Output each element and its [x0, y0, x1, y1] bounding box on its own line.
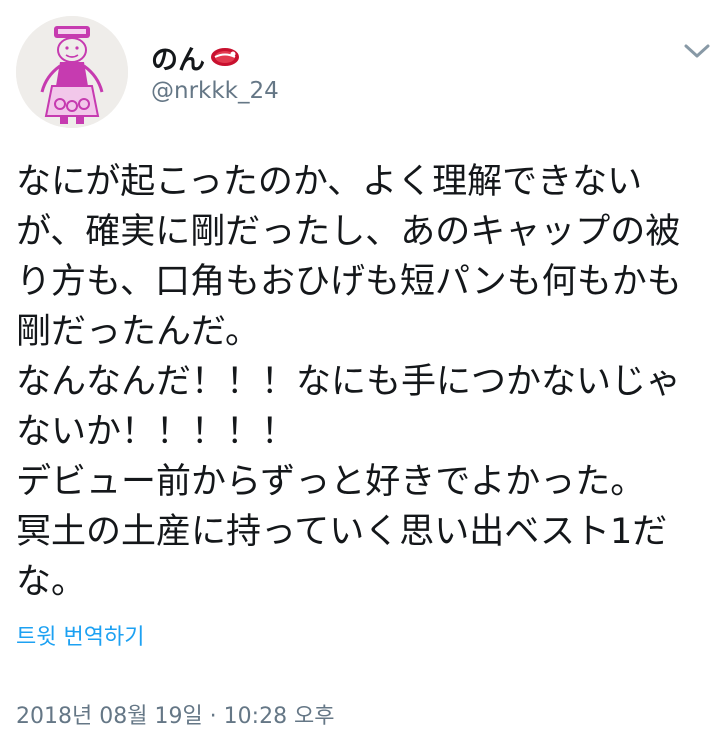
tweet-text-line: なんなんだ！！！なにも手につかないじゃ	[16, 362, 682, 402]
translate-tweet-link[interactable]: 트윗 번역하기	[16, 619, 144, 651]
display-name[interactable]: のん	[151, 38, 205, 77]
tweet-text-line: ないか！！！！！	[16, 412, 297, 452]
tweet-text-line: 冥土の土産に持っていく思い出ベスト1だ	[16, 512, 668, 552]
tweet-timestamp[interactable]: 2018년 08월 19일 · 10:28 오후	[16, 698, 335, 730]
avatar-drawing-icon	[16, 16, 128, 128]
tweet-text-line: り方も、口角もおひげも短パンも何もかも	[16, 262, 682, 302]
tweet-text-line: が、確実に剛だったし、あのキャップの被	[16, 212, 681, 252]
tweet-text-line: デビュー前からずっと好きでよかった。	[16, 462, 646, 502]
tweet-text-line: な。	[16, 562, 87, 602]
tweet: のん @nrkkk_24 なにが起こったのか、よく理解できない が、確実に剛だっ…	[0, 0, 720, 733]
tweet-text-line: 剛だったんだ。	[16, 312, 260, 352]
handle[interactable]: @nrkkk_24	[151, 78, 279, 104]
meat-emoji-icon	[211, 48, 239, 66]
tweet-text: なにが起こったのか、よく理解できない が、確実に剛だったし、あのキャップの被 り…	[16, 157, 706, 607]
avatar[interactable]	[16, 16, 128, 128]
tweet-text-line: なにが起こったのか、よく理解できない	[16, 162, 643, 202]
author-name-row[interactable]: のん	[151, 38, 241, 77]
chevron-down-icon	[684, 44, 710, 58]
tweet-menu-button[interactable]	[680, 38, 714, 64]
